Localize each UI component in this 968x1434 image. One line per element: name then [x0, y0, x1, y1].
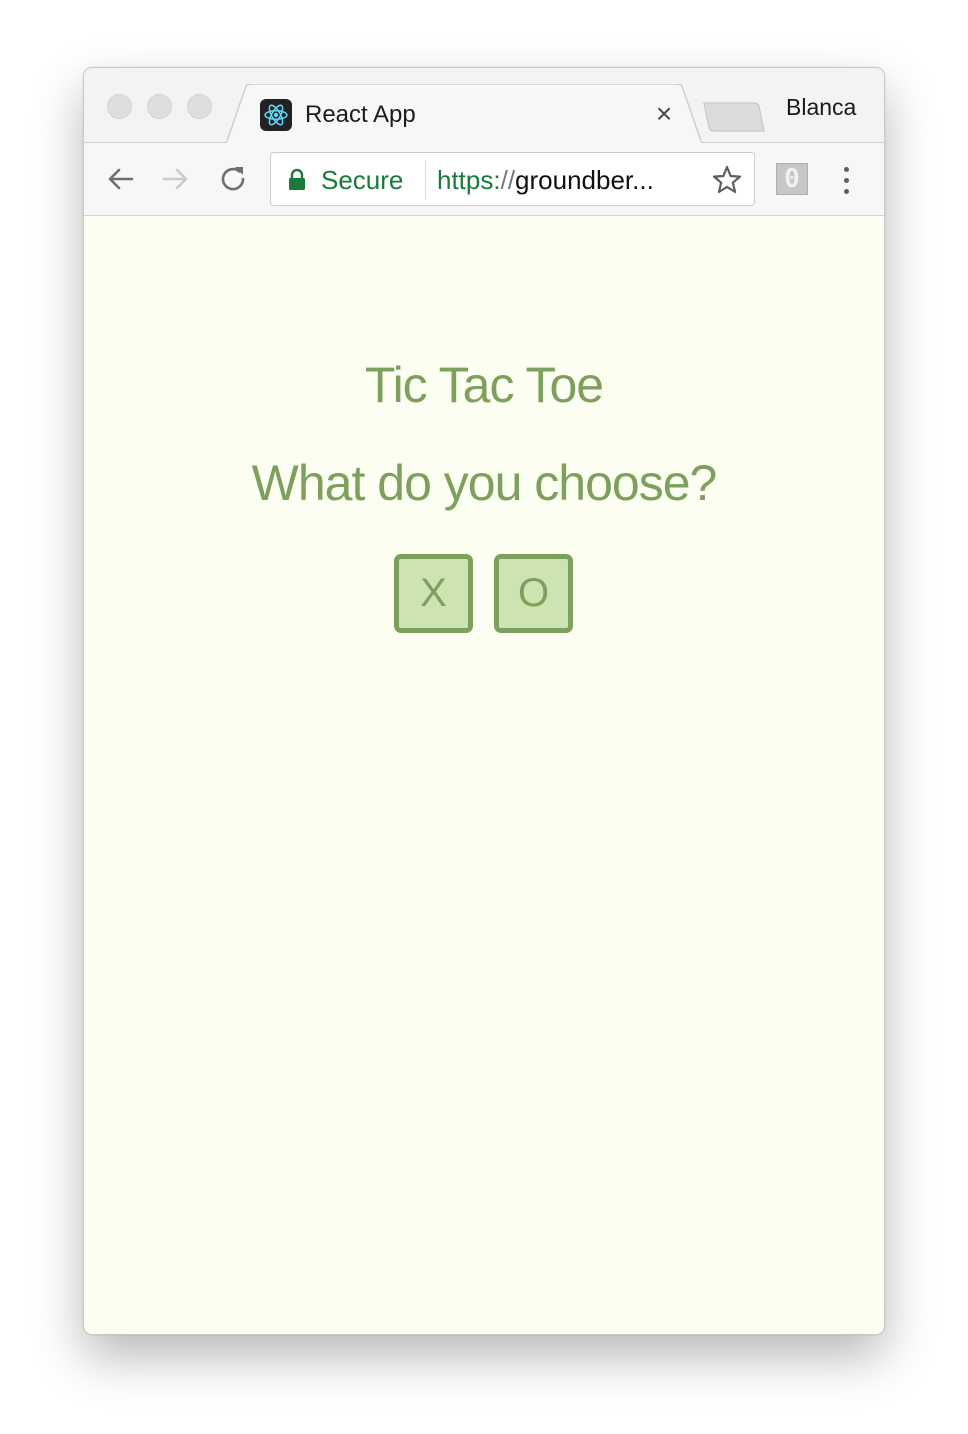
tab-strip: React App × Blanca — [84, 68, 884, 144]
address-bar[interactable]: Secure https://groundber... — [270, 152, 755, 206]
choose-prompt: What do you choose? — [251, 455, 718, 511]
browser-toolbar: Secure https://groundber... 0 — [84, 143, 884, 216]
tab-title: React App — [305, 101, 416, 128]
minimize-window-button[interactable] — [147, 94, 172, 119]
url-scheme: https: — [437, 165, 501, 195]
arrow-right-icon — [162, 168, 188, 190]
kebab-menu-icon[interactable] — [836, 164, 856, 196]
close-window-button[interactable] — [107, 94, 132, 119]
reload-button[interactable] — [215, 161, 251, 197]
arrow-left-icon — [108, 168, 134, 190]
secure-label[interactable]: Secure — [321, 165, 403, 195]
omnibox-divider — [425, 160, 426, 200]
lock-icon — [289, 168, 305, 190]
browser-window: React App × Blanca Secure https://ground… — [83, 67, 885, 1335]
maximize-window-button[interactable] — [187, 94, 212, 119]
back-button[interactable] — [102, 161, 138, 197]
extension-icon[interactable]: 0 — [776, 163, 808, 195]
page-title: Tic Tac Toe — [364, 357, 604, 413]
profile-name[interactable]: Blanca — [786, 94, 856, 121]
react-icon — [260, 99, 292, 131]
url-separator: // — [500, 165, 516, 195]
choose-x-button[interactable]: X — [394, 554, 473, 633]
star-icon[interactable] — [711, 164, 743, 196]
page-content: Tic Tac Toe What do you choose? X O — [84, 217, 884, 1334]
forward-button[interactable] — [158, 161, 194, 197]
new-tab-button[interactable] — [702, 101, 766, 133]
active-tab[interactable] — [224, 84, 704, 144]
url-text[interactable]: https://groundber... — [437, 165, 712, 195]
choose-o-button[interactable]: O — [494, 554, 573, 633]
reload-icon — [221, 167, 245, 191]
tab-close-icon[interactable]: × — [652, 100, 676, 128]
url-host: groundber... — [515, 165, 654, 195]
